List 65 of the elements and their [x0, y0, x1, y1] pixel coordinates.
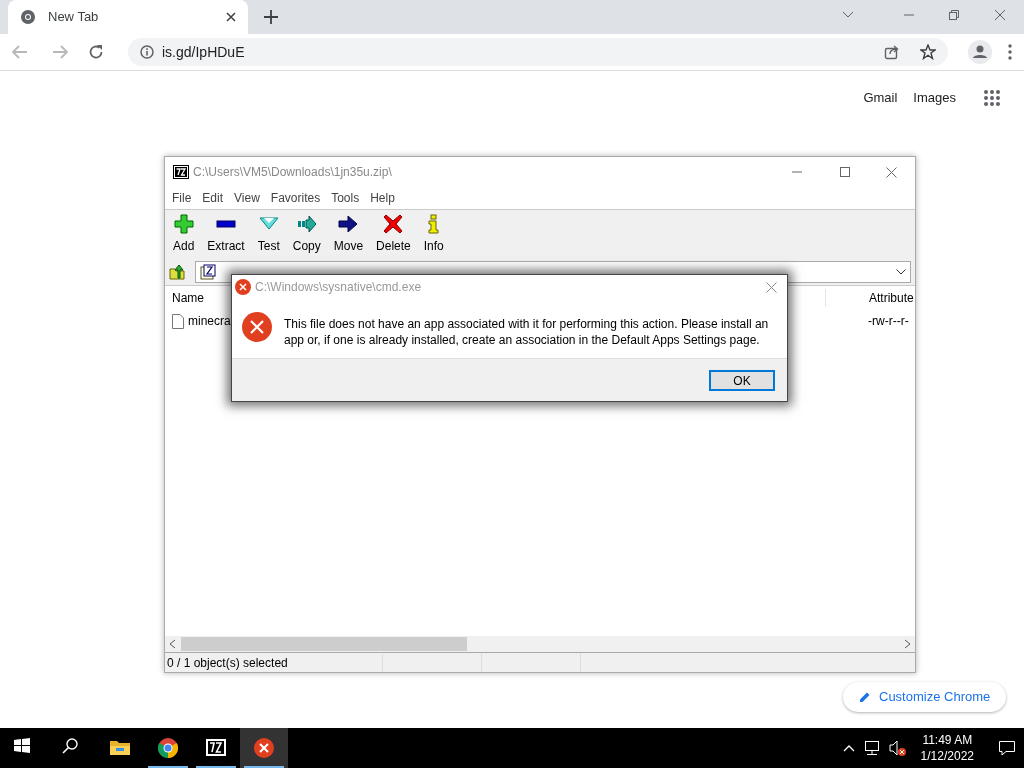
dialog-message: This file does not have an app associated with it for performing this action. Please install an app or, if one is already installed, create an association in the Default Apps Settings page.	[284, 316, 770, 348]
error-icon	[242, 312, 272, 342]
file-icon	[172, 313, 184, 329]
menu-item[interactable]: Edit	[198, 189, 228, 207]
profile-icon[interactable]	[968, 40, 992, 64]
toolbar-button[interactable]: Delete	[374, 214, 413, 255]
error-icon	[235, 279, 251, 295]
toolbar-button[interactable]: Test	[255, 214, 282, 255]
ok-button[interactable]: OK	[709, 369, 775, 391]
pencil-icon	[859, 691, 871, 703]
column-header[interactable]: Attribute	[825, 289, 914, 307]
menu-item[interactable]: Help	[366, 189, 399, 207]
new-tab-icon[interactable]	[264, 10, 278, 24]
address-bar[interactable]: is.gd/IpHDuE	[128, 38, 948, 66]
info-icon	[140, 45, 154, 59]
clock[interactable]: 11:49 AM 1/12/2022	[914, 732, 980, 764]
maximize-icon[interactable]	[840, 167, 850, 177]
browser-tab[interactable]: New Tab	[8, 0, 248, 34]
chevron-up-icon[interactable]	[842, 744, 855, 752]
file-name[interactable]: minecra	[188, 312, 231, 330]
network-icon[interactable]	[862, 740, 881, 756]
customize-chrome-button[interactable]: Customize Chrome	[843, 682, 1007, 712]
dialog-title: C:\Windows\sysnative\cmd.exe	[255, 279, 423, 296]
tab-title: New Tab	[48, 8, 100, 27]
toolbar-button[interactable]: Move	[331, 214, 366, 255]
menu-item[interactable]: Tools	[327, 189, 364, 207]
close-icon[interactable]	[994, 9, 1006, 21]
menu-item[interactable]: File	[168, 189, 196, 207]
menu-item[interactable]: Favorites	[266, 189, 325, 207]
url-text: is.gd/IpHDuE	[162, 42, 246, 62]
taskbar-button[interactable]	[240, 728, 288, 768]
table-cell-text: -rw-r--r-	[867, 313, 909, 330]
move-icon	[338, 214, 359, 234]
chrome-icon	[20, 9, 36, 25]
window-title: C:\Users\VM5\Downloads\1jn35u.zip\	[193, 164, 393, 181]
toolbar-button[interactable]: Copy	[290, 214, 323, 255]
copy-icon	[296, 214, 317, 234]
chrome-icon	[158, 738, 178, 758]
toolbar-button[interactable]: Add	[171, 214, 197, 255]
toolbar-button[interactable]: Info	[421, 214, 446, 255]
restore-icon[interactable]	[949, 10, 959, 20]
share-icon[interactable]	[884, 44, 900, 60]
error-icon	[254, 738, 274, 758]
menu-item[interactable]: View	[230, 189, 264, 207]
notification-icon[interactable]	[998, 740, 1016, 756]
header-link[interactable]: Images	[913, 88, 956, 108]
reload-icon[interactable]	[88, 44, 104, 60]
apps-grid-icon[interactable]	[984, 89, 1000, 106]
header-link[interactable]: Gmail	[863, 88, 898, 108]
menu-icon[interactable]	[1008, 44, 1012, 60]
app-icon	[173, 165, 189, 179]
archive-icon	[200, 264, 216, 280]
delete-icon	[383, 214, 404, 234]
horizontal-scrollbar[interactable]	[165, 636, 915, 652]
speaker-muted-icon[interactable]	[888, 740, 907, 756]
star-icon[interactable]	[920, 44, 936, 60]
toolbar-button[interactable]: Extract	[205, 214, 247, 255]
close-icon[interactable]	[226, 12, 236, 22]
folder-up-icon[interactable]	[169, 264, 185, 280]
add-icon	[173, 214, 194, 234]
close-icon[interactable]	[886, 166, 897, 178]
chevron-down-icon[interactable]	[896, 269, 906, 275]
status-text: 0 / 1 object(s) selected	[165, 653, 383, 672]
explorer-icon	[110, 738, 130, 758]
sevenzip-icon	[206, 738, 226, 758]
